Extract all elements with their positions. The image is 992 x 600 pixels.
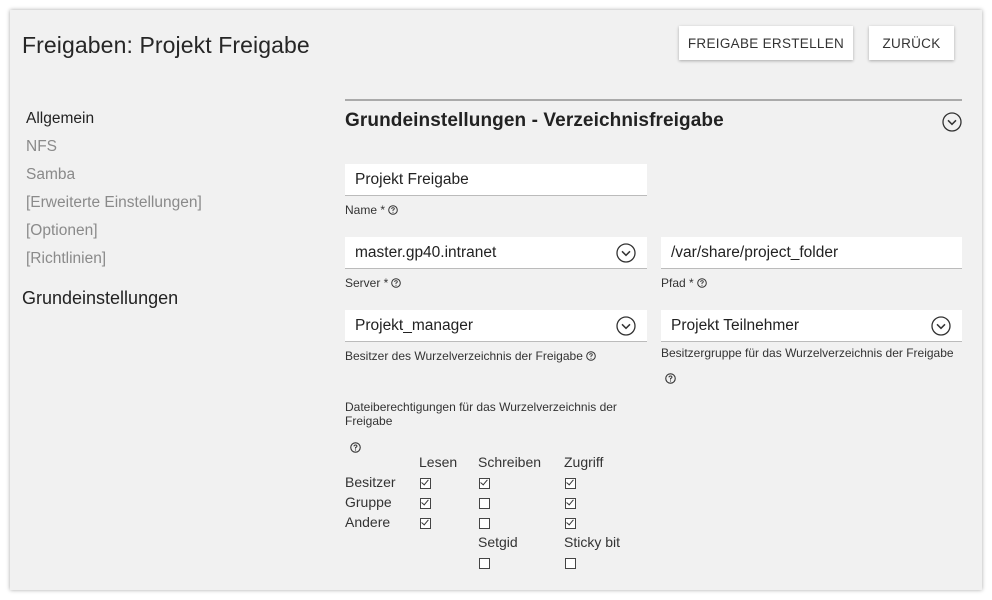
- others-read-checkbox[interactable]: [420, 518, 431, 529]
- sidebar-nav: Allgemein NFS Samba [Erweiterte Einstell…: [26, 105, 202, 273]
- group-execute-checkbox[interactable]: [565, 498, 576, 509]
- page-title: Freigaben: Projekt Freigabe: [22, 32, 310, 58]
- server-value: master.gp40.intranet: [355, 244, 497, 261]
- back-button[interactable]: ZURÜCK: [869, 26, 954, 60]
- name-value: Projekt Freigabe: [355, 171, 469, 188]
- group-read-checkbox[interactable]: [420, 498, 431, 509]
- path-label-text: Pfad *: [661, 276, 694, 290]
- owner-execute-checkbox[interactable]: [565, 478, 576, 489]
- question-circle-icon[interactable]: [391, 278, 402, 288]
- owner-read-checkbox[interactable]: [420, 478, 431, 489]
- owner-write-checkbox[interactable]: [479, 478, 490, 489]
- path-field[interactable]: /var/share/project_folder: [661, 237, 962, 269]
- owner-select[interactable]: Projekt_manager: [345, 310, 647, 342]
- server-label-text: Server *: [345, 276, 389, 290]
- group-label: Besitzergruppe für das Wurzelverzeichnis…: [661, 346, 954, 360]
- question-circle-icon[interactable]: [388, 205, 398, 215]
- path-label: Pfad *: [661, 276, 707, 290]
- others-execute-checkbox[interactable]: [565, 518, 576, 529]
- question-circle-icon[interactable]: [665, 371, 676, 384]
- create-share-button[interactable]: FREIGABE ERSTELLEN: [679, 26, 853, 60]
- group-write-checkbox[interactable]: [479, 498, 490, 509]
- column-header-execute: Zugriff: [564, 454, 604, 470]
- server-label: Server *: [345, 276, 402, 290]
- sticky-bit-label: Sticky bit: [564, 534, 621, 550]
- sticky-bit-checkbox[interactable]: [565, 558, 576, 569]
- owner-label: Besitzer des Wurzelverzeichnis der Freig…: [345, 349, 596, 363]
- share-dialog: Freigaben: Projekt Freigabe FREIGABE ERS…: [10, 10, 982, 590]
- row-label-others: Andere: [345, 514, 391, 530]
- sidebar-section-title[interactable]: Grundeinstellungen: [22, 288, 178, 309]
- question-circle-icon[interactable]: [586, 351, 596, 361]
- chevron-down-circle-icon[interactable]: [942, 112, 962, 132]
- server-select[interactable]: master.gp40.intranet: [345, 237, 647, 269]
- sidebar-item-options[interactable]: [Optionen]: [26, 217, 202, 245]
- row-label-group: Gruppe: [345, 494, 392, 510]
- name-field[interactable]: Projekt Freigabe: [345, 164, 647, 196]
- owner-label-text: Besitzer des Wurzelverzeichnis der Freig…: [345, 349, 583, 363]
- chevron-down-circle-icon[interactable]: [931, 316, 951, 336]
- sidebar-item-samba[interactable]: Samba: [26, 161, 202, 189]
- setgid-checkbox[interactable]: [479, 558, 490, 569]
- question-circle-icon[interactable]: [350, 440, 361, 453]
- owner-value: Projekt_manager: [355, 317, 474, 334]
- section-title: Grundeinstellungen - Verzeichnisfreigabe: [345, 110, 724, 131]
- name-label-text: Name *: [345, 203, 386, 217]
- others-write-checkbox[interactable]: [479, 518, 490, 529]
- sidebar-item-allgemein[interactable]: Allgemein: [26, 105, 202, 133]
- path-value: /var/share/project_folder: [671, 244, 839, 261]
- setgid-label: Setgid: [478, 534, 518, 550]
- chevron-down-circle-icon[interactable]: [616, 316, 636, 336]
- column-header-read: Lesen: [419, 454, 458, 470]
- column-header-write: Schreiben: [478, 454, 542, 470]
- permissions-label: Dateiberechtigungen für das Wurzelverzei…: [345, 400, 617, 428]
- row-label-owner: Besitzer: [345, 474, 396, 490]
- sidebar-item-nfs[interactable]: NFS: [26, 133, 202, 161]
- name-label: Name *: [345, 203, 398, 217]
- group-value: Projekt Teilnehmer: [671, 317, 800, 334]
- sidebar-item-policies[interactable]: [Richtlinien]: [26, 245, 202, 273]
- section-divider: [345, 99, 962, 101]
- group-select[interactable]: Projekt Teilnehmer: [661, 310, 962, 342]
- question-circle-icon[interactable]: [696, 278, 707, 288]
- chevron-down-circle-icon[interactable]: [616, 243, 636, 263]
- sidebar-item-advanced-settings[interactable]: [Erweiterte Einstellungen]: [26, 189, 202, 217]
